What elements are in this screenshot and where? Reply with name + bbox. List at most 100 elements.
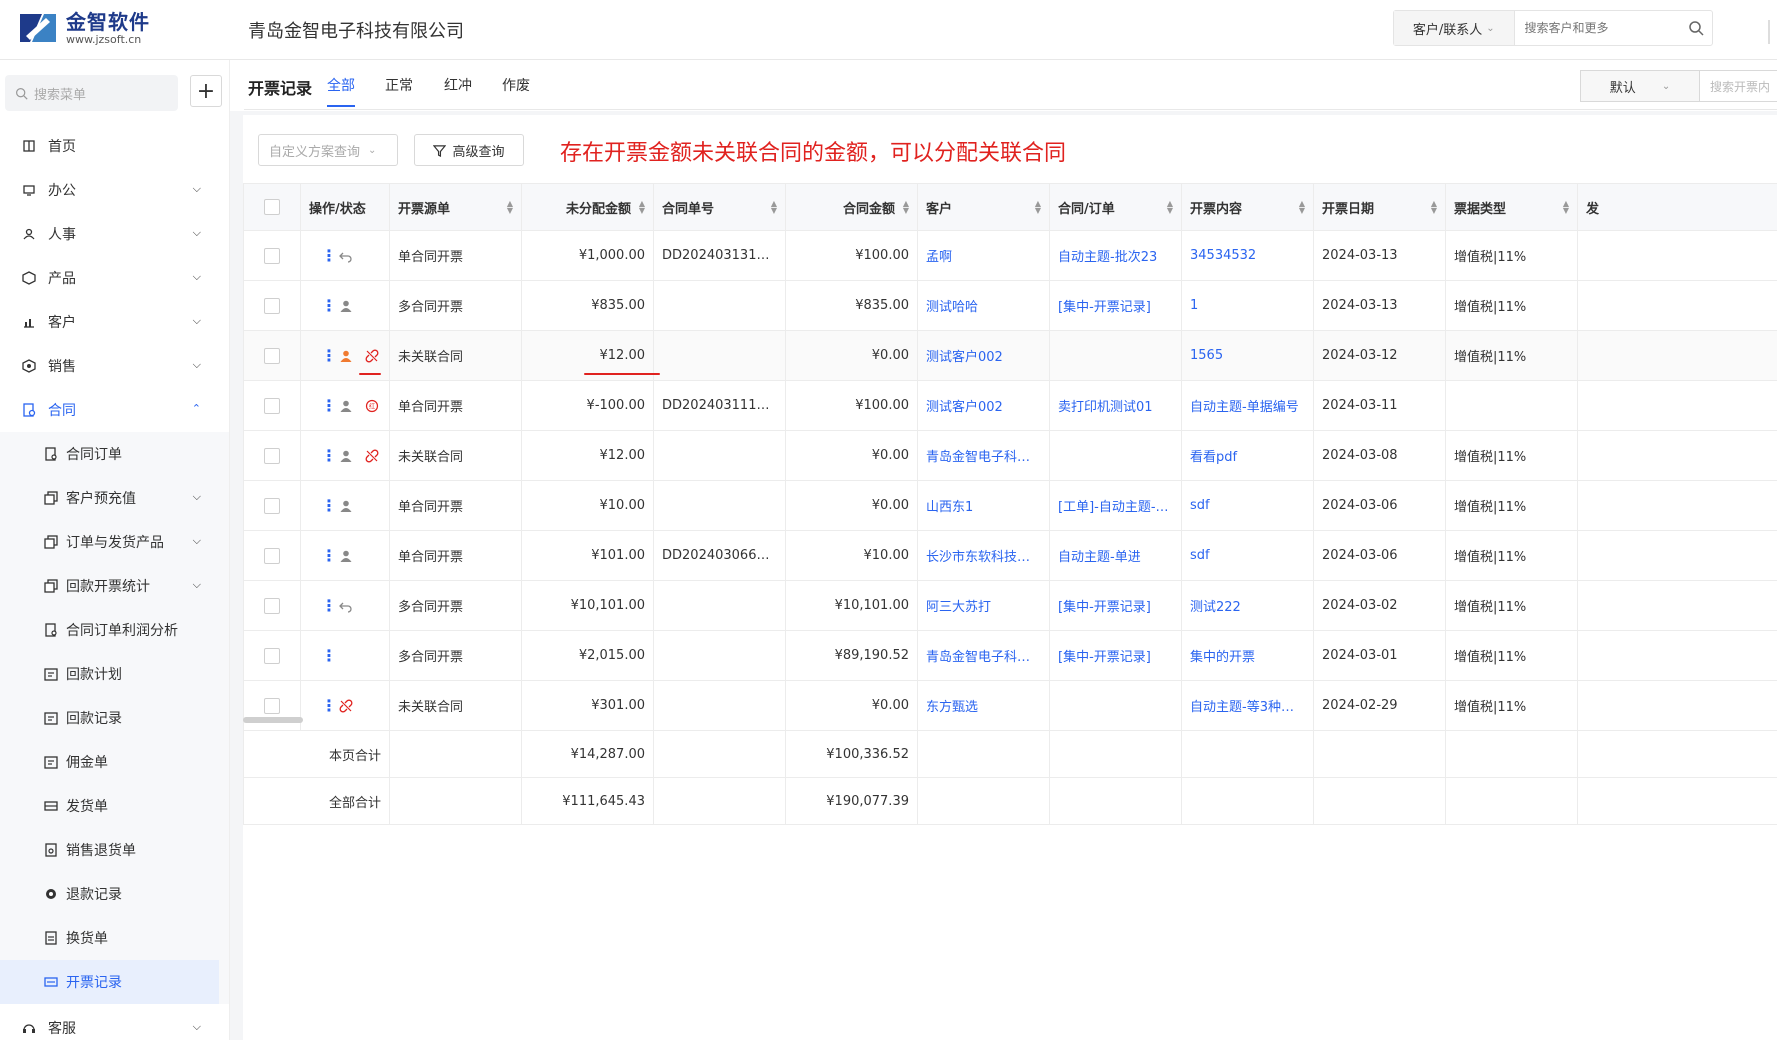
more-actions-icon[interactable]: ⋮: [321, 396, 327, 415]
invoice-content-link[interactable]: sdf: [1182, 531, 1314, 581]
order-link[interactable]: 卖打印机测试01: [1050, 381, 1182, 431]
unlink-icon[interactable]: [339, 699, 353, 713]
red-flush-icon[interactable]: 红: [365, 399, 379, 413]
customer-link[interactable]: 青岛金智电子科技...: [918, 631, 1050, 681]
order-link[interactable]: [1050, 331, 1182, 381]
row-select-cell[interactable]: [244, 381, 301, 431]
sort-icon[interactable]: ▲▼: [1299, 200, 1305, 214]
invoice-content-link[interactable]: 自动主题-等3种产品: [1182, 681, 1314, 731]
table-row[interactable]: ⋮多合同开票¥10,101.00¥10,101.00阿三大苏打[集中-开票记录]…: [244, 581, 1777, 631]
menu-search[interactable]: 搜索菜单: [5, 75, 178, 111]
row-checkbox[interactable]: [264, 298, 280, 314]
undo-icon[interactable]: [339, 249, 353, 263]
sidebar-item-contract[interactable]: 合同 ⌃: [0, 388, 229, 432]
user-icon[interactable]: [339, 299, 353, 313]
user-icon[interactable]: [339, 399, 353, 413]
invoice-content-link[interactable]: 1565: [1182, 331, 1314, 381]
column-header[interactable]: 票据类型▲▼: [1446, 184, 1578, 231]
invoice-content-link[interactable]: 看看pdf: [1182, 431, 1314, 481]
row-select-cell[interactable]: [244, 231, 301, 281]
customer-link[interactable]: 东方甄选: [918, 681, 1050, 731]
order-link[interactable]: 自动主题-单进: [1050, 531, 1182, 581]
view-select[interactable]: 默认 ⌄: [1580, 70, 1700, 102]
row-select-cell[interactable]: [244, 331, 301, 381]
more-actions-icon[interactable]: ⋮: [321, 446, 327, 465]
sidebar-item-sales-return[interactable]: 销售退货单: [0, 828, 229, 872]
row-checkbox[interactable]: [264, 598, 280, 614]
row-select-cell[interactable]: [244, 581, 301, 631]
column-header[interactable]: 开票源单▲▼: [390, 184, 522, 231]
sort-icon[interactable]: ▲▼: [771, 200, 777, 214]
customer-link[interactable]: 长沙市东软科技发...: [918, 531, 1050, 581]
invoice-content-link[interactable]: 34534532: [1182, 231, 1314, 281]
column-header[interactable]: 开票内容▲▼: [1182, 184, 1314, 231]
column-header[interactable]: 合同/订单▲▼: [1050, 184, 1182, 231]
customer-link[interactable]: 孟啊: [918, 231, 1050, 281]
table-row[interactable]: ⋮未关联合同¥12.00¥0.00测试客户00215652024-03-12增值…: [244, 331, 1777, 381]
sidebar-item-sales[interactable]: 销售 ⌵: [0, 344, 229, 388]
sidebar-item-contract-order[interactable]: 合同订单: [0, 432, 229, 476]
horizontal-scrollbar[interactable]: [243, 717, 303, 723]
select-all-checkbox[interactable]: [264, 199, 280, 215]
sort-icon[interactable]: ▲▼: [639, 200, 645, 214]
table-row[interactable]: ⋮单合同开票¥101.00DD202403066004¥10.00长沙市东软科技…: [244, 531, 1777, 581]
user-orange-icon[interactable]: [339, 349, 353, 363]
more-actions-icon[interactable]: ⋮: [321, 546, 327, 565]
sidebar-item-office[interactable]: 办公 ⌵: [0, 168, 229, 212]
customer-link[interactable]: 测试客户002: [918, 381, 1050, 431]
more-actions-icon[interactable]: ⋮: [321, 296, 327, 315]
sort-icon[interactable]: ▲▼: [1431, 200, 1437, 214]
sidebar-item-service[interactable]: 客服 ⌵: [0, 1006, 229, 1050]
sidebar-item-payment-invoice-stats[interactable]: 回款开票统计 ⌵: [0, 564, 229, 608]
invoice-search-input[interactable]: 搜索开票内: [1700, 70, 1777, 102]
row-checkbox[interactable]: [264, 548, 280, 564]
select-all-header[interactable]: [244, 184, 301, 231]
sidebar-item-order-shipping[interactable]: 订单与发货产品 ⌵: [0, 520, 229, 564]
user-icon[interactable]: [339, 449, 353, 463]
sidebar-item-commission[interactable]: 佣金单: [0, 740, 229, 784]
user-icon[interactable]: [339, 549, 353, 563]
global-search-input[interactable]: [1515, 11, 1680, 45]
customer-link[interactable]: 青岛金智电子科技...: [918, 431, 1050, 481]
more-actions-icon[interactable]: ⋮: [321, 646, 327, 665]
sidebar-item-invoice-record[interactable]: 开票记录: [0, 960, 219, 1004]
sidebar-item-home[interactable]: 首页: [0, 124, 229, 168]
sidebar-item-exchange[interactable]: 换货单: [0, 916, 229, 960]
invoice-content-link[interactable]: 测试222: [1182, 581, 1314, 631]
order-link[interactable]: [集中-开票记录]: [1050, 581, 1182, 631]
unlink-icon[interactable]: [365, 449, 379, 463]
sidebar-item-refund[interactable]: 退款记录: [0, 872, 229, 916]
row-checkbox[interactable]: [264, 248, 280, 264]
sort-icon[interactable]: ▲▼: [1035, 200, 1041, 214]
more-actions-icon[interactable]: ⋮: [321, 696, 327, 715]
sidebar-item-hr[interactable]: 人事 ⌵: [0, 212, 229, 256]
invoice-content-link[interactable]: 1: [1182, 281, 1314, 331]
more-actions-icon[interactable]: ⋮: [321, 246, 327, 265]
order-link[interactable]: [1050, 431, 1182, 481]
row-checkbox[interactable]: [264, 498, 280, 514]
sort-icon[interactable]: ▲▼: [1563, 200, 1569, 214]
invoice-content-link[interactable]: 自动主题-单据编号: [1182, 381, 1314, 431]
sort-icon[interactable]: ▲▼: [903, 200, 909, 214]
sidebar-item-product[interactable]: 产品 ⌵: [0, 256, 229, 300]
invoice-content-link[interactable]: sdf: [1182, 481, 1314, 531]
row-checkbox[interactable]: [264, 348, 280, 364]
sidebar-item-payment-plan[interactable]: 回款计划: [0, 652, 229, 696]
row-checkbox[interactable]: [264, 648, 280, 664]
customer-link[interactable]: 测试客户002: [918, 331, 1050, 381]
more-actions-icon[interactable]: ⋮: [321, 346, 327, 365]
sidebar-item-profit-analysis[interactable]: 合同订单利润分析: [0, 608, 229, 652]
search-scope-select[interactable]: 客户/联系人 ⌄: [1394, 11, 1515, 45]
row-select-cell[interactable]: [244, 481, 301, 531]
row-checkbox[interactable]: [264, 398, 280, 414]
column-header[interactable]: 未分配金额▲▼: [522, 184, 654, 231]
unlink-icon[interactable]: [365, 349, 379, 363]
search-icon[interactable]: [1680, 20, 1713, 36]
scheme-select[interactable]: 自定义方案查询 ⌄: [258, 134, 398, 166]
row-checkbox[interactable]: [264, 698, 280, 714]
tab-void[interactable]: 作废: [502, 75, 530, 95]
column-header[interactable]: 合同单号▲▼: [654, 184, 786, 231]
order-link[interactable]: [1050, 681, 1182, 731]
order-link[interactable]: [工单]-自动主题-徐...: [1050, 481, 1182, 531]
column-header[interactable]: 开票日期▲▼: [1314, 184, 1446, 231]
